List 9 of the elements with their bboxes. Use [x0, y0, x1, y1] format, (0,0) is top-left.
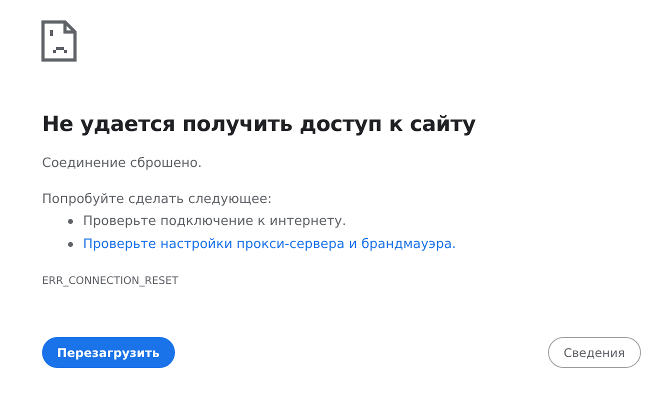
error-message: Соединение сброшено.: [42, 156, 203, 171]
proxy-settings-link[interactable]: Проверьте настройки прокси-сервера и брандмауэра.: [83, 237, 456, 252]
reload-button[interactable]: Перезагрузить: [42, 337, 175, 368]
sad-page-icon: [41, 20, 77, 62]
details-button[interactable]: Сведения: [548, 337, 641, 368]
suggestion-text: Проверьте подключение к интернету.: [83, 214, 346, 229]
error-code: ERR_CONNECTION_RESET: [42, 275, 180, 287]
error-heading: Не удается получить доступ к сайту: [42, 112, 477, 136]
suggestions-intro: Попробуйте сделать следующее:: [42, 192, 273, 207]
